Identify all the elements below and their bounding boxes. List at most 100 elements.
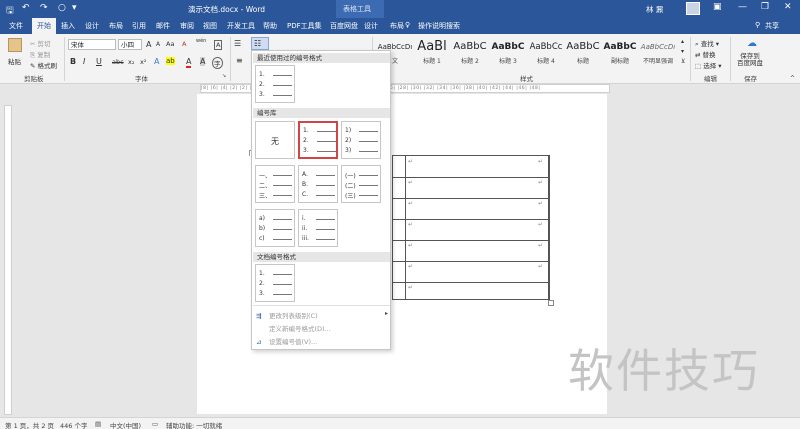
set-numbering-value-label: 设置编号值(V)...	[269, 338, 318, 346]
clear-format-button[interactable]: A	[182, 40, 186, 48]
highlight-button[interactable]: ab	[166, 57, 175, 65]
tab-pdf-tools[interactable]: PDF工具集	[287, 21, 322, 31]
bullets-icon[interactable]: ☰	[234, 39, 241, 48]
ribbon-display-icon[interactable]: ▣	[713, 2, 722, 12]
tab-design[interactable]: 设计	[85, 21, 99, 31]
macro-record-icon[interactable]: ▭	[152, 420, 158, 428]
document-format-decimal[interactable]: 1. 2. 3.	[255, 264, 295, 302]
save-icon[interactable]: 🖫	[6, 3, 14, 19]
char-shading-button[interactable]: A	[200, 57, 206, 66]
tell-me-search[interactable]: 操作说明搜索	[418, 21, 460, 31]
tab-insert[interactable]: 插入	[61, 21, 75, 31]
text-effects-button[interactable]: A	[154, 57, 159, 66]
library-format-lower-alpha[interactable]: a) b) c)	[255, 209, 295, 247]
format-painter-button[interactable]: ✎ 格式刷	[30, 60, 57, 70]
style-heading4[interactable]: AaBbCc 标题 4	[527, 38, 565, 68]
tab-home[interactable]: 开始	[32, 18, 56, 34]
align-left-icon[interactable]: ≡	[236, 56, 243, 65]
grow-font-button[interactable]: A	[146, 40, 151, 49]
italic-button[interactable]: I	[83, 57, 85, 66]
style-subtle-emphasis[interactable]: AaBbCcDı 不明显强调	[638, 38, 678, 68]
change-list-level-item[interactable]: ⇶ 更改列表级别(C)	[256, 310, 318, 320]
library-format-decimal-paren[interactable]: 1) 2) 3)	[341, 121, 381, 159]
style-preview: AaBbC	[566, 41, 600, 52]
tab-file[interactable]: 文件	[9, 21, 23, 31]
library-format-chinese-paren[interactable]: (一) (二) (三)	[341, 165, 381, 203]
share-button[interactable]: 共享	[765, 21, 779, 31]
proofing-icon[interactable]: ▤	[95, 420, 101, 428]
select-button[interactable]: ⬚ 选择 ▾	[695, 60, 722, 70]
replace-button[interactable]: ⇄ 替换	[695, 49, 716, 59]
tab-help[interactable]: 帮助	[263, 21, 277, 31]
tab-view[interactable]: 视图	[203, 21, 217, 31]
tab-references[interactable]: 引用	[132, 21, 146, 31]
paste-icon[interactable]	[8, 38, 22, 52]
touch-mode-icon[interactable]: ○	[58, 3, 66, 13]
find-button[interactable]: ⌕ 查找 ▾	[695, 38, 719, 49]
customize-qat-icon[interactable]: ▾	[72, 3, 77, 13]
font-name-select[interactable]: 宋体	[68, 39, 116, 50]
library-format-lower-roman[interactable]: i. ii. iii.	[298, 209, 338, 247]
tab-mailings[interactable]: 邮件	[156, 21, 170, 31]
font-color-button[interactable]: A	[186, 57, 192, 68]
style-heading2[interactable]: AaBbC 标题 2	[451, 38, 489, 68]
list-line	[273, 239, 292, 240]
redo-icon[interactable]: ↷	[40, 3, 48, 13]
save-to-baidu-button[interactable]: 保存到 百度网盘	[737, 53, 763, 67]
word-count[interactable]: 446 个字	[60, 420, 87, 429]
collapse-ribbon-icon[interactable]: ^	[790, 75, 795, 82]
style-heading3[interactable]: AaBbC 标题 3	[489, 38, 527, 68]
subscript-button[interactable]: x₂	[128, 58, 134, 66]
styles-scroll-down-icon[interactable]: ▾	[681, 48, 684, 55]
underline-button[interactable]: U	[96, 57, 102, 66]
library-format-none[interactable]: 无	[255, 121, 295, 159]
superscript-button[interactable]: x²	[140, 58, 146, 66]
library-format-decimal-dot[interactable]: 1. 2. 3.	[298, 121, 338, 159]
copy-button[interactable]: ⎘ 复制	[30, 49, 50, 60]
close-icon[interactable]: ✕	[784, 2, 792, 12]
recent-format-decimal[interactable]: 1. 2. 3.	[255, 65, 295, 103]
minimize-icon[interactable]: —	[738, 2, 747, 12]
tab-layout[interactable]: 布局	[109, 21, 123, 31]
set-numbering-value-item[interactable]: ⊿ 设置编号值(V)...	[256, 336, 317, 346]
page-indicator[interactable]: 第 1 页，共 2 页	[5, 420, 54, 429]
document-table[interactable]: ↵ ↵ ↵ ↵ ↵ ↵ ↵ ↵ ↵ ↵ ↵ ↵ ↵	[392, 155, 550, 300]
accessibility-indicator[interactable]: 辅助功能: 一切就绪	[166, 420, 222, 429]
font-dialog-launcher-icon[interactable]: ↘	[222, 73, 226, 79]
paste-button[interactable]: 粘贴	[8, 56, 21, 66]
tab-table-design[interactable]: 设计	[364, 21, 378, 31]
tab-baidu-netdisk[interactable]: 百度网盘	[330, 21, 358, 31]
strikethrough-button[interactable]: abc	[112, 58, 124, 66]
avatar[interactable]	[686, 2, 700, 15]
tab-table-layout[interactable]: 布局	[390, 21, 404, 31]
tab-review[interactable]: 审阅	[180, 21, 194, 31]
tab-developer[interactable]: 开发工具	[227, 21, 255, 31]
char-border-button[interactable]: A	[214, 40, 223, 50]
restore-icon[interactable]: ❐	[761, 2, 769, 12]
phonetic-guide-button[interactable]: wén	[196, 38, 206, 44]
change-case-button[interactable]: Aa	[166, 40, 174, 48]
style-subtitle[interactable]: AaBbC 副标题	[601, 38, 639, 68]
table-resize-handle[interactable]	[548, 300, 554, 306]
bold-button[interactable]: B	[70, 57, 76, 66]
shrink-font-button[interactable]: A	[156, 41, 160, 48]
styles-more-icon[interactable]: ⊻	[681, 58, 685, 65]
library-format-upper-alpha[interactable]: A. B. C.	[298, 165, 338, 203]
enclose-char-button[interactable]: 字	[212, 57, 223, 69]
font-size-select[interactable]: 小四	[118, 39, 142, 50]
table-row-border	[393, 177, 549, 178]
vertical-ruler[interactable]	[4, 105, 12, 415]
undo-icon[interactable]: ↶	[22, 3, 30, 13]
styles-scroll-up-icon[interactable]: ▴	[681, 38, 684, 45]
style-heading1[interactable]: AaBl 标题 1	[413, 38, 451, 68]
numbering-button[interactable]: ☷	[251, 37, 269, 50]
library-format-chinese-comma[interactable]: 一、 二、 三、	[255, 165, 295, 203]
list-line	[359, 185, 378, 186]
cut-button[interactable]: ✂ 剪切	[30, 38, 51, 48]
style-name: 标题 3	[499, 58, 517, 65]
user-name[interactable]: 林 鼐	[646, 4, 663, 15]
style-title[interactable]: AaBbC 标题	[564, 38, 602, 68]
define-new-format-item[interactable]: 定义新编号格式(D)...	[256, 323, 331, 333]
language-indicator[interactable]: 中文(中国)	[110, 420, 141, 429]
list-marker: 3)	[345, 147, 352, 154]
